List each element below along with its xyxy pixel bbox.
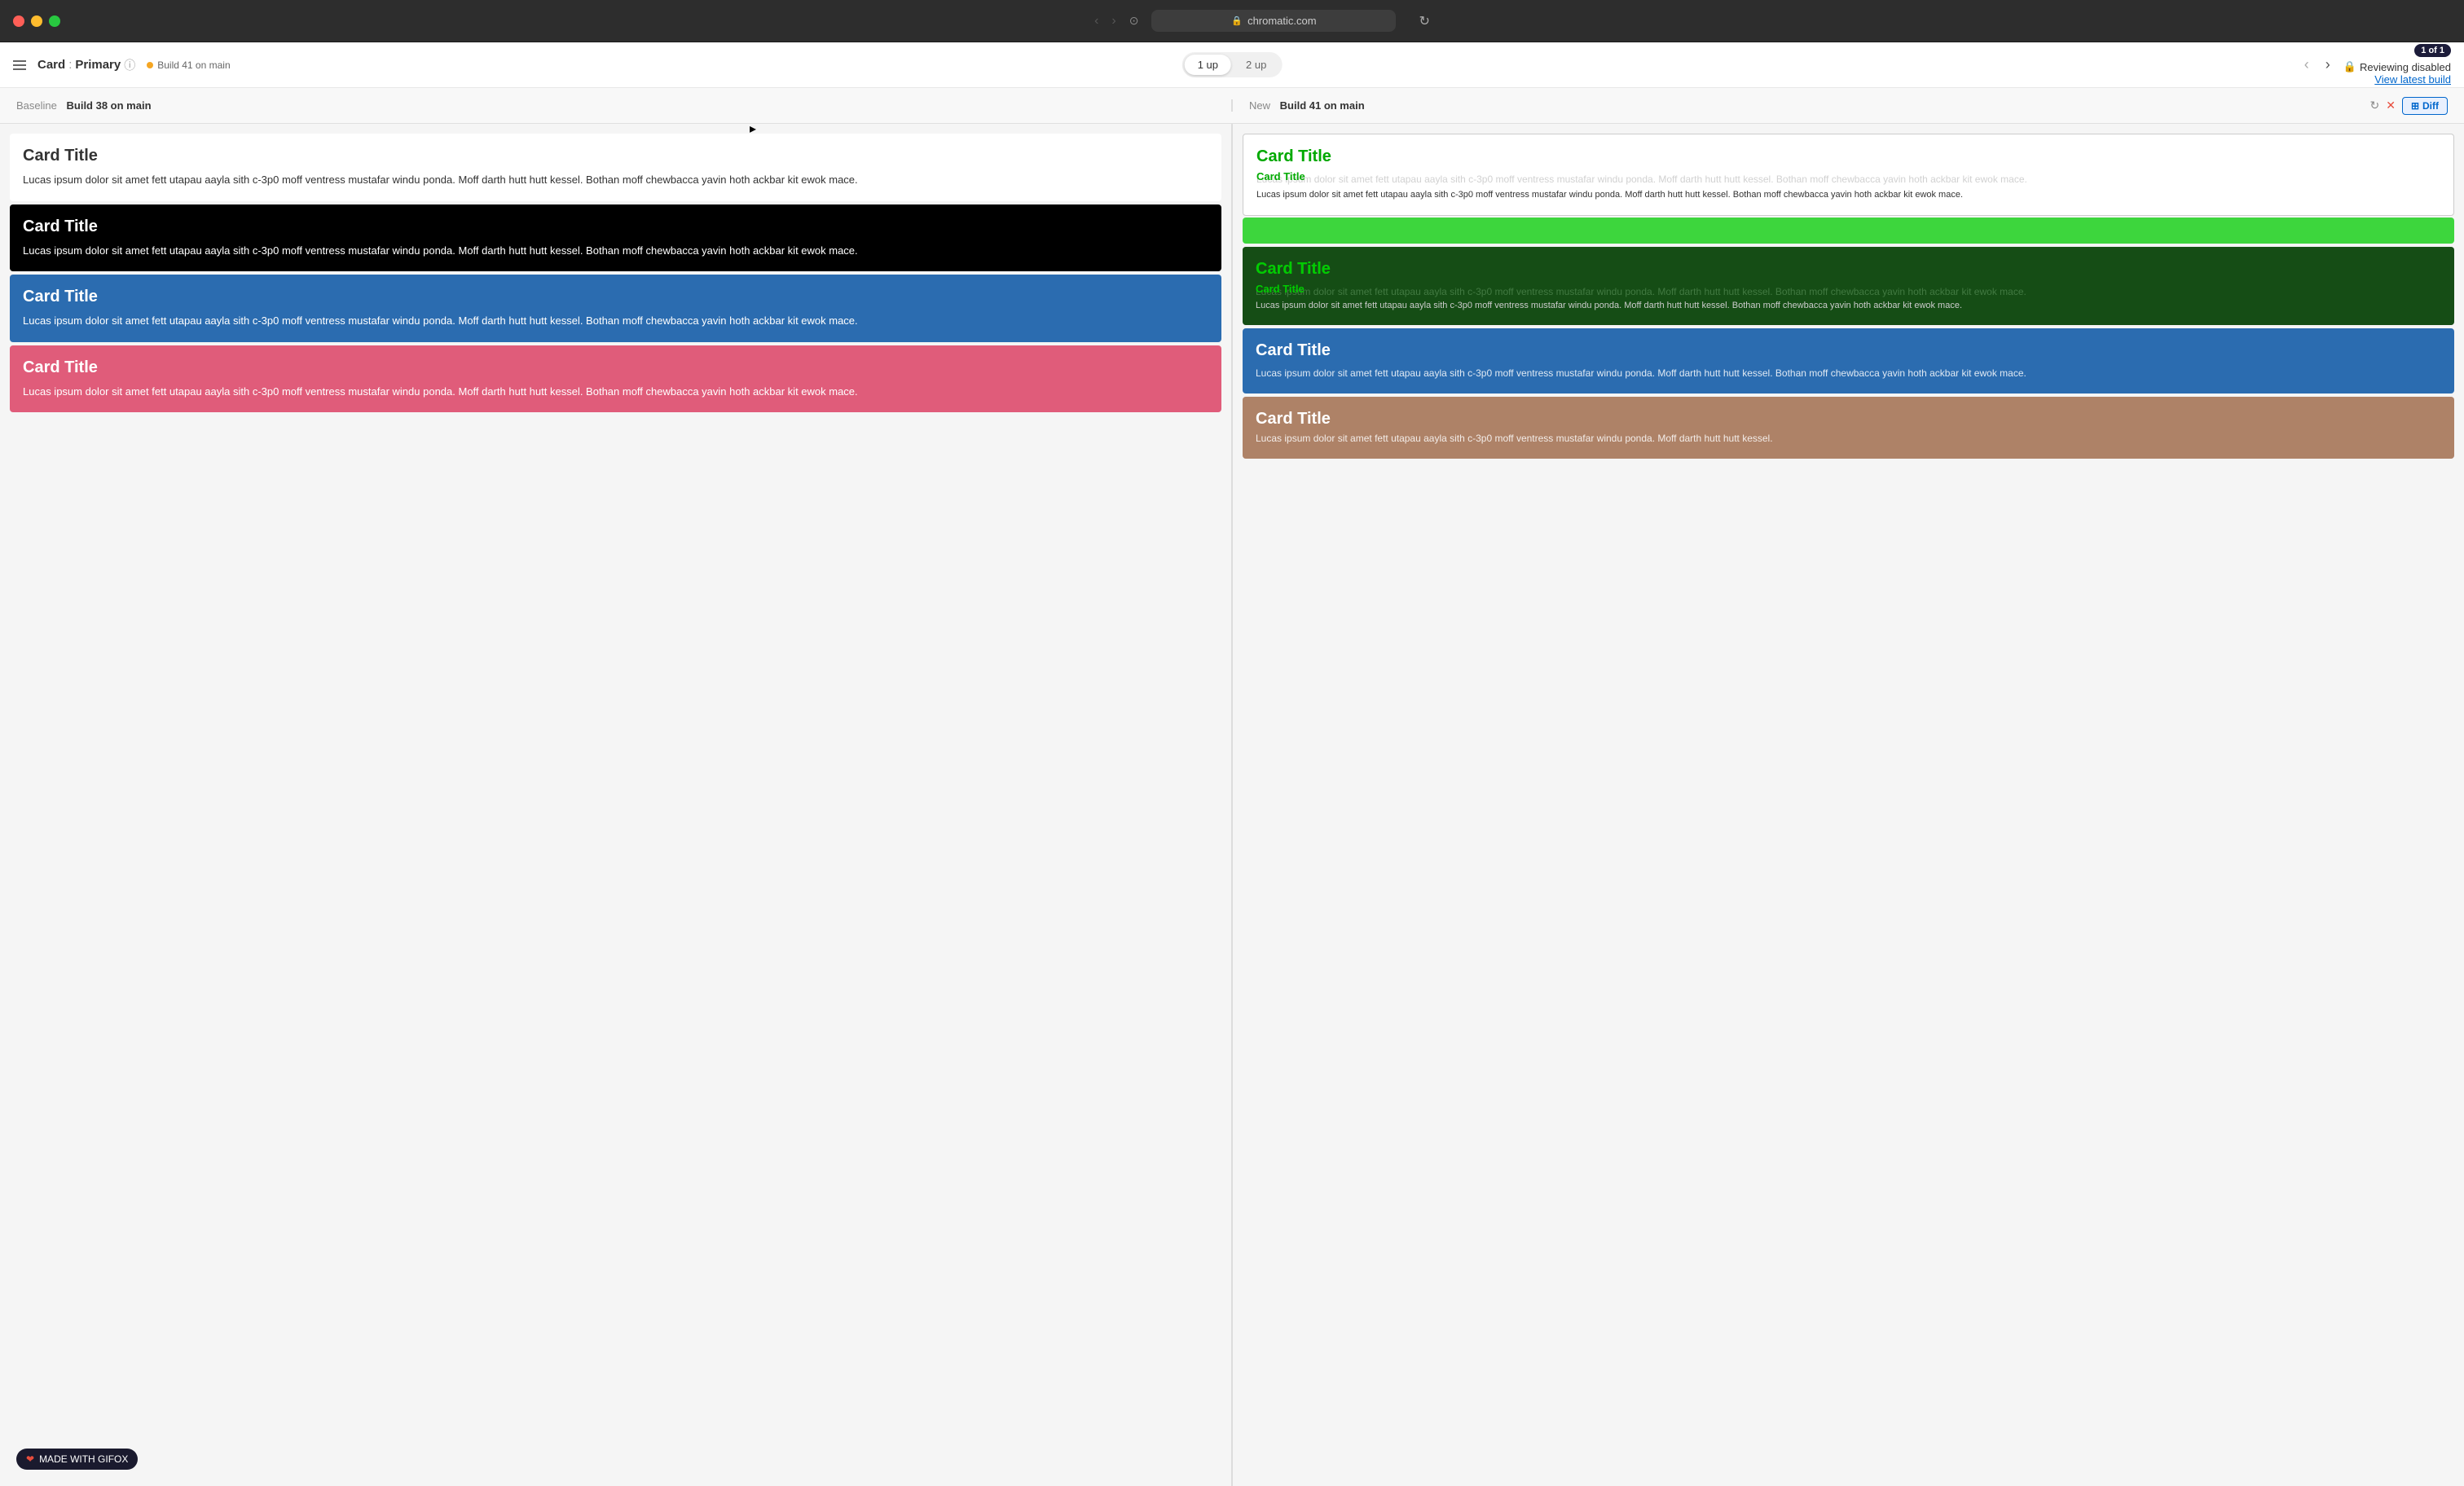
minimize-button[interactable] (31, 15, 42, 27)
prev-story-button[interactable]: ‹ (2301, 53, 2312, 77)
view-toggle: 1 up 2 up (1182, 52, 1283, 77)
diff-green-bar (1243, 218, 2454, 244)
main-content: Card Title Lucas ipsum dolor sit amet fe… (0, 124, 2464, 1486)
traffic-lights (13, 15, 60, 27)
back-button[interactable]: ‹ (1094, 14, 1098, 29)
diff-icon: ⊞ (2411, 100, 2419, 112)
new-card-body-black: Lucas ipsum dolor sit amet fett utapau a… (1256, 300, 2441, 312)
close-button[interactable] (13, 15, 24, 27)
header-right: ‹ › 1 of 1 🔒 Reviewing disabled View lat… (2301, 44, 2451, 86)
new-card-pink-diff: Card Title Lucas ipsum dolor sit amet fe… (1243, 397, 2454, 459)
ssl-lock-icon: 🔒 (1231, 15, 1243, 26)
url-bar[interactable]: 🔒 chromatic.com (1151, 10, 1396, 32)
toggle-1up[interactable]: 1 up (1185, 55, 1231, 75)
card-title: Card Title (23, 358, 1208, 377)
card-title: Card Title (23, 147, 1208, 165)
browser-chrome: ‹ › ⊙ 🔒 chromatic.com ↻ (0, 0, 2464, 42)
baseline-card-black: Card Title Lucas ipsum dolor sit amet fe… (10, 204, 1221, 272)
page-count-badge: 1 of 1 (2414, 44, 2451, 57)
history-button[interactable]: ⊙ (1129, 14, 1139, 28)
new-build: Build 41 on main (1280, 99, 1365, 112)
new-card-body: Lucas ipsum dolor sit amet fett utapau a… (1256, 189, 2440, 201)
header-left: Card : Primary ⓘ Build 41 on main (13, 57, 231, 73)
gifox-label: MADE WITH GIFOX (39, 1453, 128, 1465)
refresh-icon[interactable]: ↻ (2369, 99, 2379, 112)
header-center: 1 up 2 up (1182, 52, 1283, 77)
reload-button[interactable]: ↻ (1419, 13, 1429, 29)
breadcrumb-separator: : (68, 58, 72, 72)
new-card-white-diff: Card Title Lucas ipsum dolor sit amet fe… (1243, 134, 2454, 244)
new-card-title-bold: Card Title (1256, 169, 2440, 184)
review-status: 🔒 Reviewing disabled (2343, 60, 2451, 73)
new-header: New Build 41 on main ↻ ✕ ⊞ Diff (1233, 97, 2464, 115)
info-icon[interactable]: ⓘ (124, 57, 135, 73)
new-card-title-pink: Card Title (1256, 410, 2441, 429)
breadcrumb-card: Card (37, 58, 65, 72)
new-card-title-bold-black: Card Title (1256, 282, 2441, 297)
card-title: Card Title (23, 288, 1208, 306)
new-build-info: New Build 41 on main (1249, 99, 1365, 112)
forward-button[interactable]: › (1111, 14, 1115, 29)
gifox-badge: ❤ MADE WITH GIFOX (16, 1449, 138, 1470)
card-title: Card Title (23, 218, 1208, 236)
sidebar-toggle[interactable] (13, 60, 26, 70)
baseline-label: Baseline (16, 99, 57, 112)
breadcrumb-primary: Primary (75, 58, 121, 72)
diff-controls: ↻ ✕ ⊞ Diff (2369, 97, 2448, 115)
next-story-button[interactable]: › (2322, 53, 2334, 77)
dismiss-icon[interactable]: ✕ (2386, 99, 2396, 112)
baseline-card-pink: Card Title Lucas ipsum dolor sit amet fe… (10, 345, 1221, 413)
new-card-black-diff: Card Title Lucas ipsum dolor sit amet fe… (1243, 247, 2454, 326)
diff-label: Diff (2422, 100, 2439, 112)
card-body: Lucas ipsum dolor sit amet fett utapau a… (23, 243, 1208, 259)
baseline-header: Baseline Build 38 on main (0, 99, 1233, 112)
new-card-title: Card Title (1256, 147, 2440, 166)
new-card-title-blue: Card Title (1256, 341, 2441, 360)
new-panel: Card Title Lucas ipsum dolor sit amet fe… (1233, 124, 2464, 1486)
card-body: Lucas ipsum dolor sit amet fett utapau a… (23, 313, 1208, 329)
baseline-panel: Card Title Lucas ipsum dolor sit amet fe… (0, 124, 1233, 1486)
reviewing-disabled-text: Reviewing disabled (2360, 61, 2451, 73)
view-latest-link[interactable]: View latest build (2374, 73, 2451, 86)
toggle-2up[interactable]: 2 up (1233, 55, 1279, 75)
baseline-card-white: Card Title Lucas ipsum dolor sit amet fe… (10, 134, 1221, 201)
lock-icon: 🔒 (2343, 60, 2356, 73)
diff-button[interactable]: ⊞ Diff (2402, 97, 2448, 115)
app-header: Card : Primary ⓘ Build 41 on main 1 up 2… (0, 42, 2464, 88)
url-text: chromatic.com (1247, 15, 1317, 27)
card-body: Lucas ipsum dolor sit amet fett utapau a… (23, 172, 1208, 188)
build-badge: Build 41 on main (147, 59, 230, 71)
build-status-dot (147, 62, 153, 68)
fullscreen-button[interactable] (49, 15, 60, 27)
baseline-card-blue: Card Title Lucas ipsum dolor sit amet fe… (10, 275, 1221, 342)
baseline-build: Build 38 on main (67, 99, 152, 112)
review-section: 1 of 1 🔒 Reviewing disabled View latest … (2343, 44, 2451, 86)
build-label: Build 41 on main (157, 59, 230, 71)
new-card-body-pink: Lucas ipsum dolor sit amet fett utapau a… (1256, 432, 2441, 446)
new-card-title-black: Card Title (1256, 260, 2441, 279)
new-card-body-blue: Lucas ipsum dolor sit amet fett utapau a… (1256, 367, 2441, 380)
new-card-blue-diff: Card Title Lucas ipsum dolor sit amet fe… (1243, 328, 2454, 393)
breadcrumb: Card : Primary ⓘ (37, 57, 135, 73)
new-label: New (1249, 99, 1270, 112)
comparison-header: Baseline Build 38 on main New Build 41 o… (0, 88, 2464, 124)
card-body: Lucas ipsum dolor sit amet fett utapau a… (23, 384, 1208, 400)
gifox-heart: ❤ (26, 1453, 34, 1465)
browser-toolbar: ‹ › ⊙ 🔒 chromatic.com ↻ (73, 10, 2451, 32)
